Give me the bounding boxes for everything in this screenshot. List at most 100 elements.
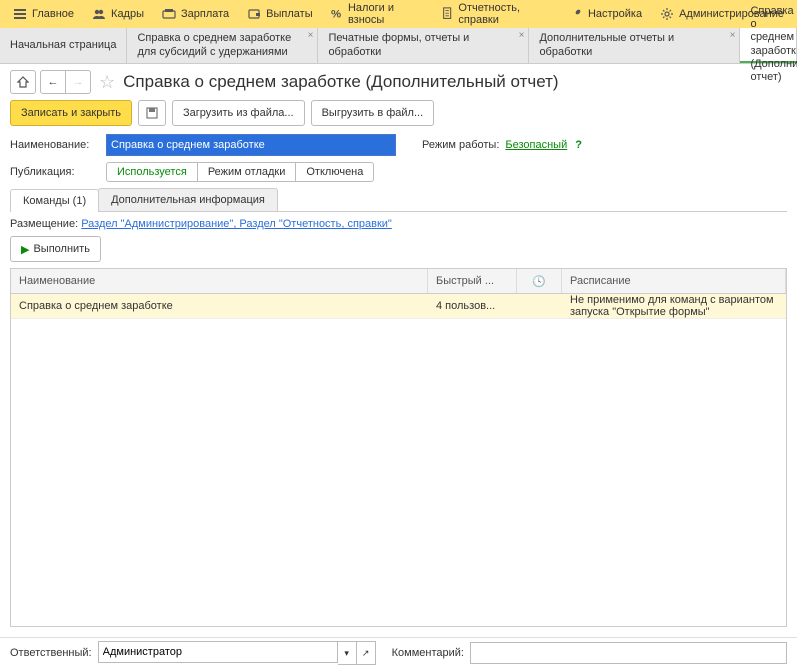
cell-name: Справка о среднем заработке (11, 300, 428, 312)
tab-start-page[interactable]: Начальная страница (0, 28, 127, 63)
publication-off[interactable]: Отключена (296, 163, 373, 181)
table-row[interactable]: Справка о среднем заработке 4 пользов...… (11, 294, 786, 319)
tab-label: (Дополнительный отчет) (750, 58, 786, 84)
commands-grid: Наименование Быстрый ... 🕓 Расписание Сп… (10, 268, 787, 627)
publication-used[interactable]: Используется (107, 163, 198, 181)
action-toolbar: Записать и закрыть Загрузить из файла...… (10, 100, 787, 126)
save-icon (145, 106, 159, 120)
name-row: Наименование: Режим работы: Безопасный ? (10, 134, 787, 156)
footer-bar: Ответственный: ▾ ↗ Комментарий: (0, 637, 797, 666)
save-and-close-button[interactable]: Записать и закрыть (10, 100, 132, 126)
gear-icon (660, 7, 674, 21)
name-label: Наименование: (10, 139, 100, 151)
menu-reports-label: Отчетность, справки (458, 2, 551, 26)
menu-payments[interactable]: Выплаты (238, 0, 321, 28)
col-schedule[interactable]: Расписание (562, 269, 786, 293)
button-label: Выгрузить в файл... (322, 107, 424, 119)
menu-salary-label: Зарплата (181, 8, 229, 20)
tab-label: Справка о среднем заработке (137, 32, 307, 45)
menu-settings-label: Настройка (588, 8, 642, 20)
cell-quick: 4 пользов... (428, 300, 517, 312)
subtab-info[interactable]: Дополнительная информация (98, 188, 278, 211)
menu-personnel-label: Кадры (111, 8, 144, 20)
tab-start-label: Начальная страница (10, 39, 116, 52)
grid-body[interactable]: Справка о среднем заработке 4 пользов...… (11, 294, 786, 626)
wrench-icon (569, 7, 583, 21)
page-title: Справка о среднем заработке (Дополнитель… (123, 72, 558, 92)
execute-button[interactable]: ▶ Выполнить (10, 236, 101, 262)
button-label: Записать и закрыть (21, 107, 121, 119)
responsible-input[interactable] (98, 641, 338, 663)
publication-label: Публикация: (10, 166, 100, 178)
close-icon[interactable]: × (730, 30, 736, 42)
tab-current-report[interactable]: Справка о среднем заработк (Дополнительн… (740, 28, 797, 63)
main-menu-bar: Главное Кадры Зарплата Выплаты % Налоги … (0, 0, 797, 28)
tab-label: Печатные формы, отчеты и обработки (328, 32, 518, 58)
clock-icon: 🕓 (532, 275, 546, 288)
nav-back-forward: ← → (40, 70, 91, 94)
button-label: Загрузить из файла... (183, 107, 294, 119)
tab-additional-reports[interactable]: Дополнительные отчеты и обработки × (529, 28, 740, 63)
placement-link[interactable]: Раздел "Администрирование", Раздел "Отче… (81, 218, 392, 230)
col-clock[interactable]: 🕓 (517, 269, 562, 293)
hamburger-icon (13, 7, 27, 21)
menu-reports[interactable]: Отчетность, справки (432, 0, 560, 28)
menu-payments-label: Выплаты (266, 8, 312, 20)
save-button[interactable] (138, 100, 166, 126)
placement-label: Размещение: (10, 218, 78, 230)
menu-personnel[interactable]: Кадры (83, 0, 153, 28)
play-icon: ▶ (21, 243, 29, 256)
responsible-label: Ответственный: (10, 647, 92, 659)
title-bar: ← → ☆ Справка о среднем заработке (Допол… (10, 70, 787, 94)
money-icon (162, 7, 176, 21)
document-tabs: Начальная страница Справка о среднем зар… (0, 28, 797, 64)
svg-text:%: % (331, 9, 341, 20)
load-from-file-button[interactable]: Загрузить из файла... (172, 100, 305, 126)
menu-taxes[interactable]: % Налоги и взносы (322, 0, 432, 28)
mode-label: Режим работы: (422, 139, 499, 151)
name-input[interactable] (106, 134, 396, 156)
page-content: ← → ☆ Справка о среднем заработке (Допол… (0, 64, 797, 637)
button-label: Выполнить (33, 243, 89, 255)
dropdown-button[interactable]: ▾ (338, 641, 357, 665)
save-to-file-button[interactable]: Выгрузить в файл... (311, 100, 435, 126)
grid-header: Наименование Быстрый ... 🕓 Расписание (11, 269, 786, 294)
help-icon[interactable]: ? (575, 139, 582, 151)
col-name[interactable]: Наименование (11, 269, 428, 293)
publication-debug[interactable]: Режим отладки (198, 163, 297, 181)
forward-button[interactable]: → (66, 70, 91, 94)
tab-label: Дополнительные отчеты и обработки (539, 32, 729, 58)
sub-tabs: Команды (1) Дополнительная информация (10, 188, 787, 212)
comment-input[interactable] (470, 642, 787, 664)
responsible-combo: ▾ ↗ (98, 641, 376, 665)
menu-salary[interactable]: Зарплата (153, 0, 238, 28)
percent-icon: % (331, 7, 343, 21)
people-icon (92, 7, 106, 21)
tab-label: для субсидий с удержаниями (137, 46, 307, 59)
tab-cert-subsidies[interactable]: Справка о среднем заработке для субсидий… (127, 28, 318, 63)
arrow-left-icon: ← (48, 76, 59, 88)
favorite-star-icon[interactable]: ☆ (99, 72, 115, 93)
col-quick[interactable]: Быстрый ... (428, 269, 517, 293)
comment-label: Комментарий: (392, 647, 464, 659)
close-icon[interactable]: × (308, 30, 314, 42)
back-button[interactable]: ← (40, 70, 66, 94)
chevron-down-icon: ▾ (344, 648, 349, 659)
wallet-icon (247, 7, 261, 21)
open-button[interactable]: ↗ (357, 641, 376, 665)
document-icon (441, 7, 453, 21)
menu-settings[interactable]: Настройка (560, 0, 651, 28)
close-icon[interactable]: × (519, 30, 525, 42)
publication-radio-group: Используется Режим отладки Отключена (106, 162, 374, 182)
mode-value-link[interactable]: Безопасный (505, 139, 567, 151)
tab-print-forms[interactable]: Печатные формы, отчеты и обработки × (318, 28, 529, 63)
home-icon (17, 76, 29, 88)
cell-schedule: Не применимо для команд с вариантом запу… (562, 294, 786, 318)
placement-row: Размещение: Раздел "Администрирование", … (10, 218, 787, 230)
home-button[interactable] (10, 70, 36, 94)
menu-main[interactable]: Главное (4, 0, 83, 28)
subtab-commands[interactable]: Команды (1) (10, 189, 99, 212)
tab-label: Справка о среднем заработк (750, 5, 786, 58)
arrow-right-icon: → (73, 76, 84, 88)
menu-main-label: Главное (32, 8, 74, 20)
